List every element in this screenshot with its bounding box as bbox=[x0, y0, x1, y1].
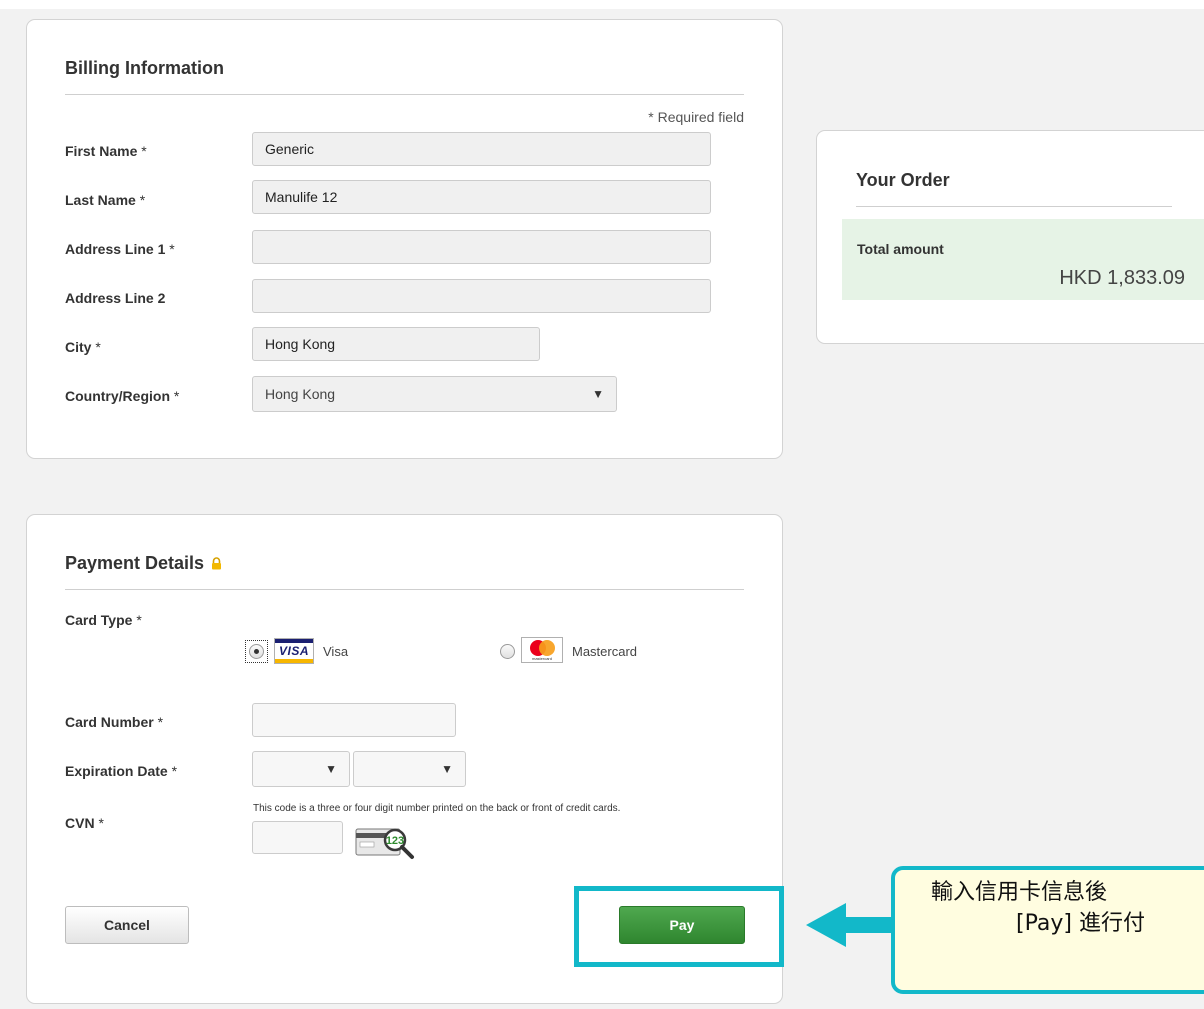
card-number-input[interactable] bbox=[252, 703, 456, 737]
visa-label[interactable]: Visa bbox=[323, 644, 348, 659]
total-amount-value: HKD 1,833.09 bbox=[1059, 267, 1185, 289]
visa-radio[interactable] bbox=[249, 644, 264, 659]
cvn-input[interactable] bbox=[252, 821, 343, 854]
billing-title: Billing Information bbox=[65, 58, 224, 78]
instruction-line-1: 輸入信用卡信息後 bbox=[931, 880, 1108, 905]
card-back-magnifier-icon: 123 bbox=[354, 822, 416, 862]
card-number-label: Card Number * bbox=[65, 714, 164, 730]
instruction-callout: 輸入信用卡信息後 [Pay] 進行付 bbox=[891, 866, 1204, 994]
cancel-button[interactable]: Cancel bbox=[65, 906, 189, 944]
first-name-label: First Name * bbox=[65, 143, 147, 159]
mastercard-label[interactable]: Mastercard bbox=[572, 644, 637, 659]
last-name-label: Last Name * bbox=[65, 192, 146, 208]
payment-title: Payment Details bbox=[65, 553, 222, 574]
top-strip bbox=[0, 0, 1204, 9]
expiration-year-select[interactable]: ▼ bbox=[353, 751, 466, 787]
chevron-down-icon: ▼ bbox=[325, 762, 337, 776]
order-divider bbox=[856, 206, 1172, 207]
chevron-down-icon: ▼ bbox=[592, 387, 604, 401]
country-region-value: Hong Kong bbox=[265, 386, 336, 402]
payment-divider bbox=[65, 589, 744, 590]
lock-icon bbox=[212, 557, 222, 570]
mastercard-radio[interactable] bbox=[500, 644, 515, 659]
first-name-input[interactable] bbox=[252, 132, 711, 166]
last-name-input[interactable] bbox=[252, 180, 711, 214]
instruction-line-2: [Pay] 進行付 bbox=[1016, 911, 1145, 936]
total-amount-label: Total amount bbox=[857, 241, 944, 257]
cvn-hint: This code is a three or four digit numbe… bbox=[253, 803, 621, 814]
address-line-1-input[interactable] bbox=[252, 230, 711, 264]
mastercard-logo: mastercard bbox=[521, 637, 563, 663]
city-label: City * bbox=[65, 339, 101, 355]
expiration-date-label: Expiration Date * bbox=[65, 763, 178, 779]
address-line-2-label: Address Line 2 bbox=[65, 290, 166, 306]
chevron-down-icon: ▼ bbox=[441, 762, 453, 776]
order-title: Your Order bbox=[856, 170, 950, 190]
city-input[interactable] bbox=[252, 327, 540, 361]
card-type-label: Card Type * bbox=[65, 612, 142, 628]
address-line-1-label: Address Line 1 * bbox=[65, 241, 175, 257]
address-line-2-input[interactable] bbox=[252, 279, 711, 313]
pay-highlight-box bbox=[574, 886, 784, 967]
visa-logo: VISA bbox=[274, 638, 314, 664]
billing-divider bbox=[65, 94, 744, 95]
cvn-label: CVN * bbox=[65, 815, 104, 831]
country-region-select[interactable]: Hong Kong ▼ bbox=[252, 376, 617, 412]
expiration-month-select[interactable]: ▼ bbox=[252, 751, 350, 787]
country-region-label: Country/Region * bbox=[65, 388, 180, 404]
required-field-note: * Required field bbox=[648, 109, 744, 125]
